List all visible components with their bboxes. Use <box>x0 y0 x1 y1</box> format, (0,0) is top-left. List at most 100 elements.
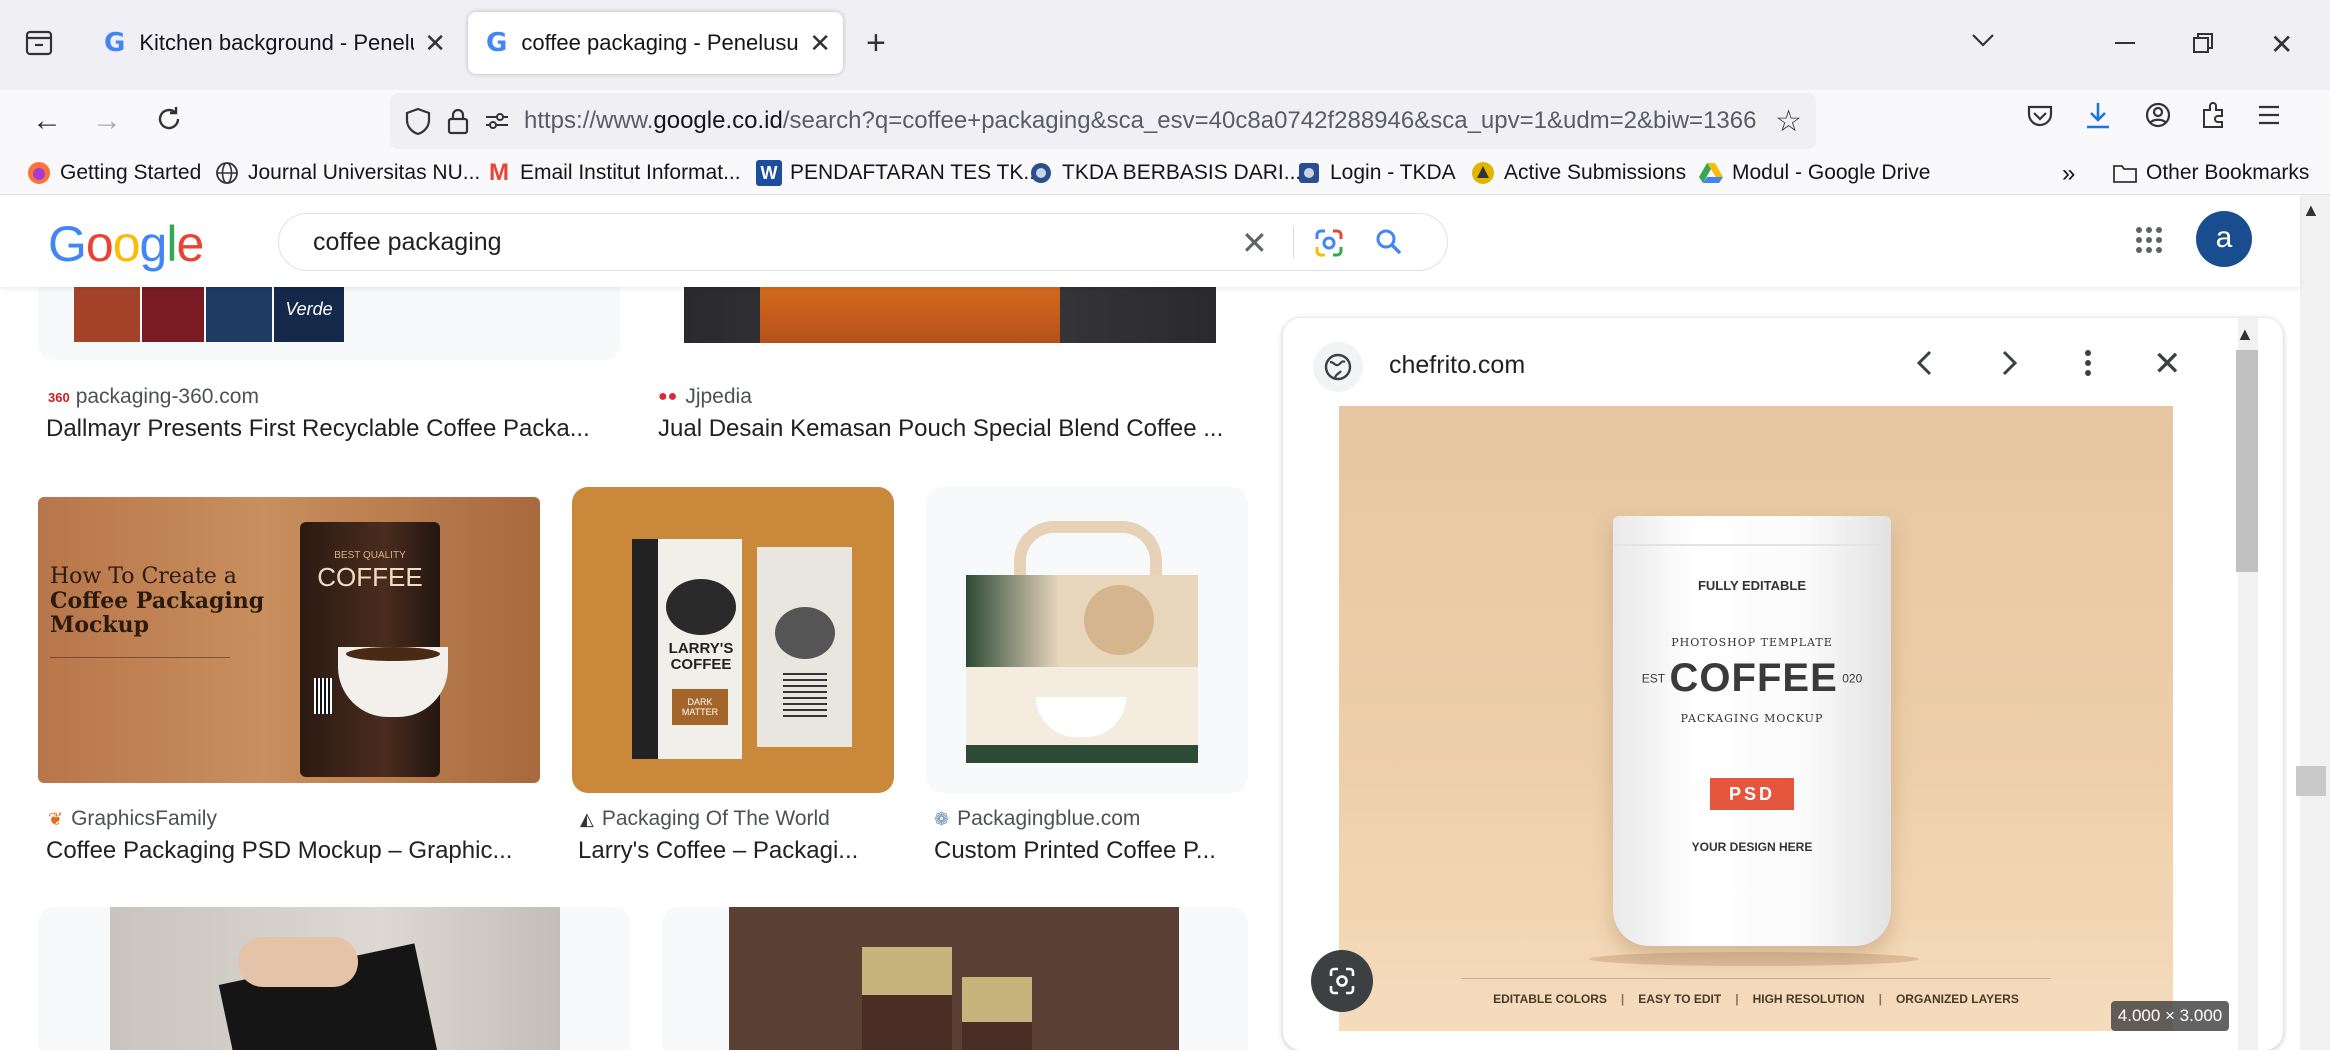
image-dimensions-badge: 4.000 × 3.000 <box>2111 1001 2229 1031</box>
search-icon[interactable] <box>1373 226 1405 258</box>
source-label: Packaging Of The World <box>601 807 830 830</box>
image-preview-panel: chefrito.com ✕ FULLY EDITABLE PHOTOSHOP … <box>1283 318 2283 1050</box>
tab-overview-icon[interactable] <box>24 28 54 58</box>
seal-icon <box>1028 160 1054 186</box>
lens-search-image-button[interactable] <box>1311 950 1373 1012</box>
result-caption[interactable]: Dallmayr Presents First Recyclable Coffe… <box>46 415 626 443</box>
image-results-grid: Verde 360 packaging-360.com Dallmayr Pre… <box>0 287 1270 1050</box>
url-path: /search?q=coffee+packaging&sca_esv=40c8a… <box>782 107 1757 134</box>
bookmark-journal-universitas[interactable]: Journal Universitas NU... <box>214 160 480 186</box>
reload-icon[interactable] <box>154 104 184 134</box>
result-caption[interactable]: Custom Printed Coffee P... <box>934 837 1254 865</box>
feature-label: ORGANIZED LAYERS <box>1895 992 2019 1006</box>
bookmark-modul-google-drive[interactable]: Modul - Google Drive <box>1698 160 1930 186</box>
result-image-larrys-coffee[interactable]: LARRY'S COFFEE DARK MATTER <box>572 487 894 793</box>
url-prefix: https://www. <box>524 107 654 134</box>
coffee-pouch-image: FULLY EDITABLE PHOTOSHOP TEMPLATE EST CO… <box>1613 516 1891 946</box>
previous-result-chevron-icon[interactable] <box>1913 348 1937 378</box>
page-scroll-up-icon[interactable]: ▲ <box>2302 200 2320 221</box>
page-scrollbar-thumb[interactable] <box>2296 766 2326 796</box>
google-header: Google coffee packaging ✕ a <box>0 195 2300 287</box>
pouch-psd-badge: PSD <box>1710 778 1794 810</box>
result-image-black-bag[interactable] <box>38 907 630 1050</box>
site-favicon-globe-icon[interactable] <box>1313 342 1363 392</box>
more-bookmarks-chevron-icon[interactable]: » <box>2062 160 2075 188</box>
extensions-icon[interactable] <box>2200 100 2228 130</box>
source-label: Packagingblue.com <box>957 807 1141 830</box>
pocket-icon[interactable] <box>2026 102 2054 130</box>
panel-domain[interactable]: chefrito.com <box>1389 351 1525 380</box>
tab-kitchen-background[interactable]: G Kitchen background - Penelusu ✕ <box>86 12 458 74</box>
bag-image <box>142 287 204 342</box>
search-input[interactable]: coffee packaging <box>313 228 502 257</box>
bag-label-line: LARRY'S <box>668 640 734 657</box>
bag-image <box>862 947 952 1050</box>
app-menu-icon[interactable] <box>2256 104 2282 126</box>
result-image-gold-bags[interactable] <box>662 907 1248 1050</box>
window-close-icon[interactable]: ✕ <box>2270 28 2293 61</box>
back-icon[interactable]: ← <box>32 104 62 138</box>
result-image-graphicsfamily[interactable]: How To Create a Coffee Packaging Mockup … <box>38 497 540 783</box>
bookmark-active-submissions[interactable]: Active Submissions <box>1470 160 1686 186</box>
search-box[interactable]: coffee packaging ✕ <box>278 213 1448 271</box>
google-lens-icon[interactable] <box>1313 227 1345 259</box>
bookmark-login-tkda[interactable]: Login - TKDA <box>1296 160 1456 186</box>
download-icon[interactable] <box>2084 100 2112 130</box>
list-tabs-chevron-icon[interactable] <box>1970 30 1996 50</box>
bookmark-tkda-berbasis[interactable]: TKDA BERBASIS DARI... <box>1028 160 1301 186</box>
bookmark-pendaftaran-tes[interactable]: W PENDAFTARAN TES TK... <box>756 160 1041 186</box>
minimize-icon[interactable] <box>2115 42 2135 44</box>
clear-search-icon[interactable]: ✕ <box>1241 224 1268 262</box>
tab-title: Kitchen background - Penelusu <box>139 30 414 55</box>
lock-icon[interactable] <box>446 107 470 135</box>
bookmark-email-institut[interactable]: M Email Institut Informat... <box>486 159 741 186</box>
restore-icon[interactable] <box>2192 32 2214 54</box>
google-logo[interactable]: Google <box>48 215 204 273</box>
close-tab-icon[interactable]: ✕ <box>424 28 446 59</box>
account-icon[interactable] <box>2144 101 2172 129</box>
google-apps-icon[interactable] <box>2134 225 2164 255</box>
other-bookmarks[interactable]: Other Bookmarks <box>2112 160 2309 186</box>
address-bar[interactable]: https://www.google.co.id/search?q=coffee… <box>390 93 1816 149</box>
result-image-packagingblue[interactable] <box>926 487 1248 793</box>
result-caption[interactable]: Jual Desain Kemasan Pouch Special Blend … <box>658 415 1258 443</box>
result-source[interactable]: 360 packaging-360.com <box>48 385 259 409</box>
preview-image[interactable]: FULLY EDITABLE PHOTOSHOP TEMPLATE EST CO… <box>1339 406 2173 1031</box>
url-text[interactable]: https://www.google.co.id/search?q=coffee… <box>524 107 1765 135</box>
bookmark-label: Journal Universitas NU... <box>248 161 481 184</box>
result-source[interactable]: ❦ GraphicsFamily <box>48 807 217 831</box>
pouch-text-fully-editable: FULLY EDITABLE <box>1697 578 1807 593</box>
panel-scroll-up-icon[interactable]: ▲ <box>2236 324 2254 345</box>
pouch-text-coffee: COFFEE <box>1669 656 1838 700</box>
next-result-chevron-icon[interactable] <box>1997 348 2021 378</box>
bag-label-line: COFFEE <box>670 656 732 673</box>
photo-backdrop <box>729 907 1179 1050</box>
panel-scrollbar-thumb[interactable] <box>2236 350 2258 572</box>
avatar[interactable]: a <box>2196 211 2252 267</box>
submission-icon <box>1470 160 1496 186</box>
result-caption[interactable]: Coffee Packaging PSD Mockup – Graphic... <box>46 837 546 865</box>
result-image-jjpedia[interactable] <box>652 287 1248 360</box>
result-source[interactable]: ●● Jjpedia <box>658 385 752 409</box>
result-caption[interactable]: Larry's Coffee – Packagi... <box>578 837 898 865</box>
tab-coffee-packaging[interactable]: G coffee packaging - Penelusuran ✕ <box>468 12 843 74</box>
pouch-coffee-wordmark: EST COFFEE 020 <box>1613 656 1891 701</box>
bookmark-star-icon[interactable]: ☆ <box>1775 104 1802 139</box>
coffee-bag-image: LARRY'S COFFEE DARK MATTER <box>632 539 742 759</box>
result-source[interactable]: ◭ Packaging Of The World <box>580 807 830 831</box>
page-scrollbar[interactable] <box>2300 195 2330 1050</box>
close-panel-icon[interactable]: ✕ <box>2153 344 2182 384</box>
result-source[interactable]: ❁ Packagingblue.com <box>934 807 1140 831</box>
site-permissions-icon[interactable] <box>484 110 510 132</box>
more-options-icon[interactable] <box>2083 348 2093 378</box>
feature-label: EASY TO EDIT <box>1638 992 1722 1006</box>
mascot-image <box>775 607 835 659</box>
close-tab-icon[interactable]: ✕ <box>809 28 831 59</box>
folder-icon <box>2112 160 2138 186</box>
result-image-dallmayr[interactable]: Verde <box>38 287 620 360</box>
forward-icon[interactable]: → <box>92 104 122 138</box>
tracking-protection-shield-icon[interactable] <box>404 106 432 136</box>
bag-label: LARRY'S COFFEE <box>662 641 740 673</box>
bookmark-getting-started[interactable]: Getting Started <box>26 160 201 186</box>
new-tab-icon[interactable]: + <box>866 24 886 63</box>
